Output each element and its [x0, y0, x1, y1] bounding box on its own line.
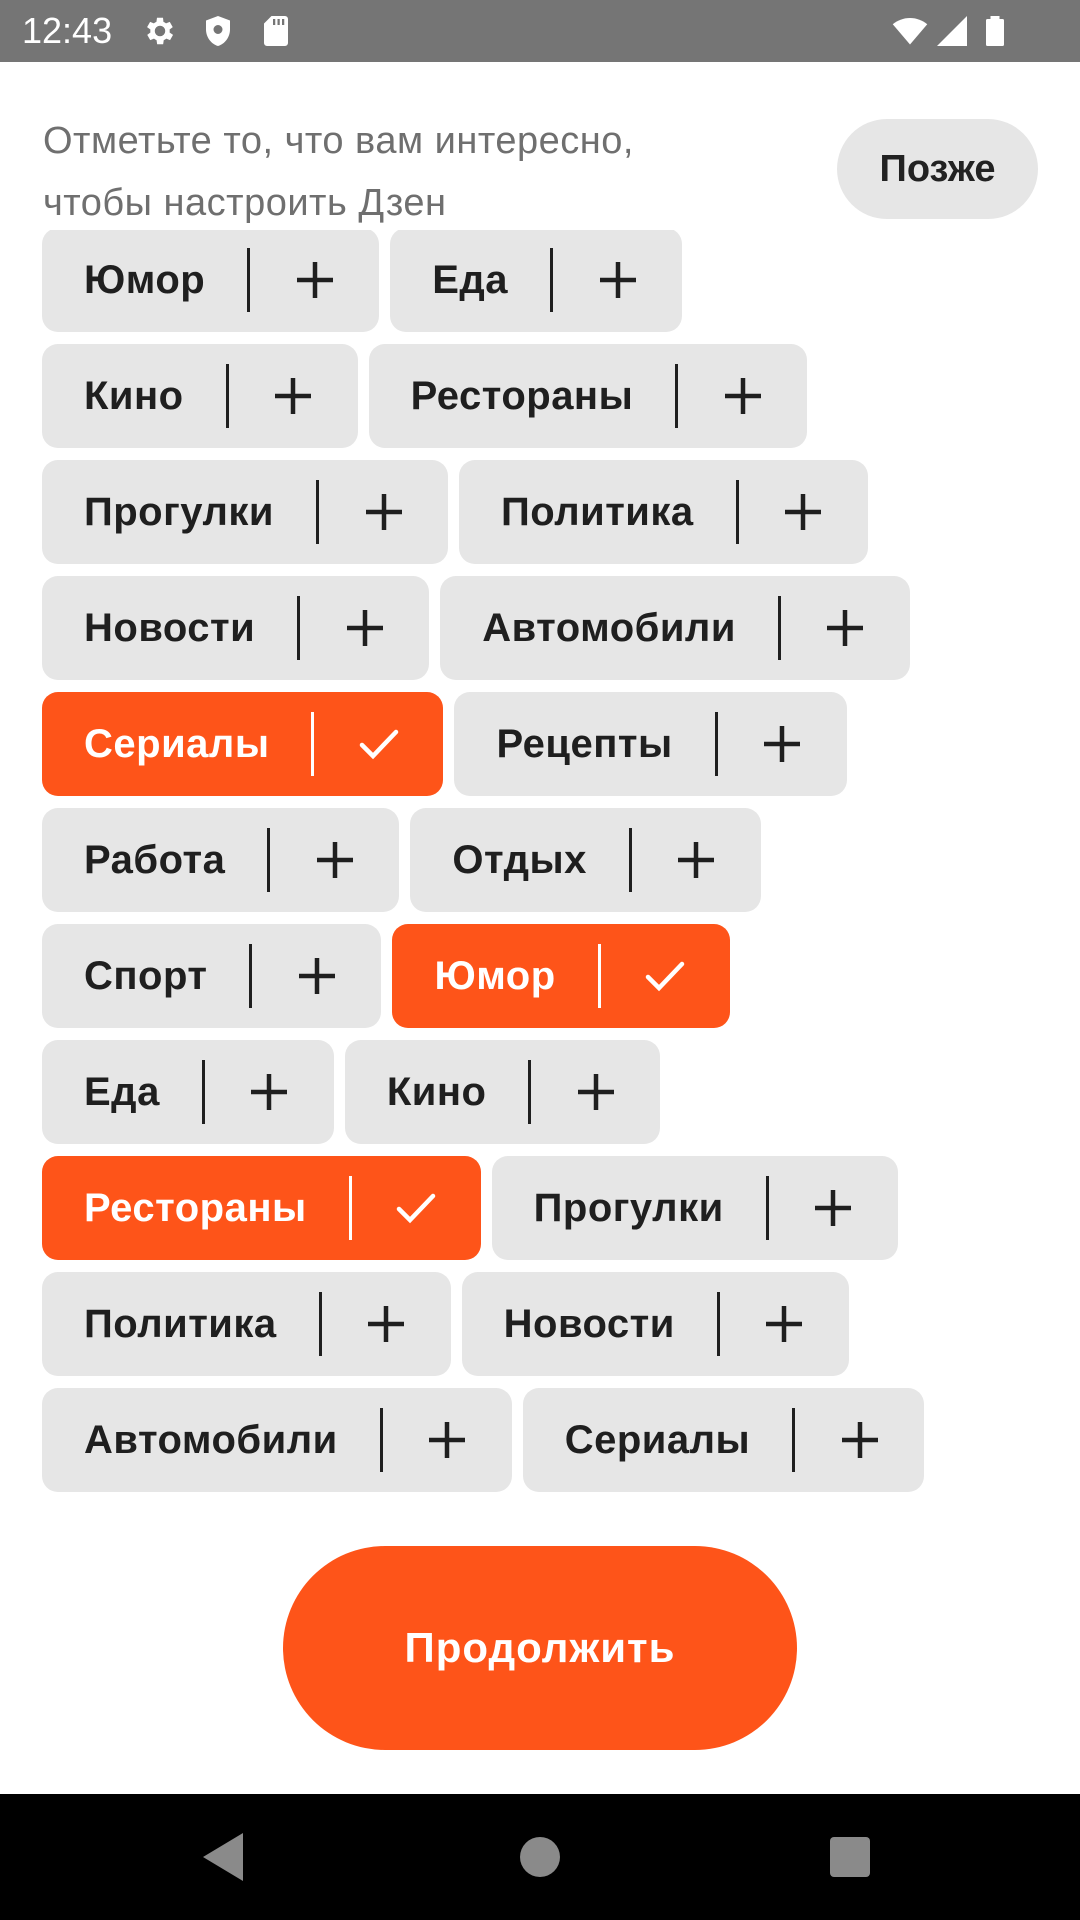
plus-icon[interactable] — [270, 808, 399, 912]
interest-tag-label: Прогулки — [84, 489, 275, 534]
interest-tag-label: Сериалы — [84, 721, 270, 766]
interest-tag[interactable]: Спорт — [42, 924, 382, 1028]
plus-icon[interactable] — [769, 1156, 898, 1260]
recents-square-icon[interactable] — [820, 1827, 880, 1887]
interest-tag[interactable]: Автомобили — [440, 576, 910, 680]
interest-tag[interactable]: Кино — [344, 1040, 661, 1144]
interest-tag[interactable]: Кино — [42, 344, 358, 448]
interest-tag[interactable]: Юмор — [42, 230, 380, 332]
interest-tag-label: Отдых — [452, 837, 587, 882]
continue-button[interactable]: Продолжить — [283, 1546, 797, 1750]
tag-row: Еда Кино — [42, 1040, 671, 1144]
interest-tag-label: Рецепты — [496, 721, 673, 766]
interest-tag[interactable]: Еда — [42, 1040, 334, 1144]
tag-row: Кино Рестораны — [42, 344, 818, 448]
interest-tag-label: Кино — [386, 1069, 487, 1114]
plus-icon[interactable] — [718, 692, 847, 796]
interest-tag-label: Автомобили — [482, 605, 736, 650]
interest-tag[interactable]: Рецепты — [454, 692, 847, 796]
interest-tag[interactable]: Новости — [461, 1272, 849, 1376]
plus-icon[interactable] — [739, 460, 868, 564]
tag-row: Автомобили Сериалы — [42, 1388, 935, 1492]
battery-icon — [977, 13, 1013, 49]
interest-tag-label: Юмор — [84, 257, 206, 302]
interest-tag-label: Политика — [501, 489, 694, 534]
interest-tags-list[interactable]: Юмор Еда Кино Рестораны Прогулки Политика Ново… — [42, 230, 1042, 1500]
tag-row: Политика Новости — [42, 1272, 860, 1376]
plus-icon[interactable] — [383, 1388, 512, 1492]
interest-tag-label: Новости — [503, 1301, 675, 1346]
status-time: 12:43 — [22, 10, 113, 51]
interest-tag-label: Рестораны — [84, 1185, 307, 1230]
interest-tag[interactable]: Юмор — [392, 924, 730, 1028]
home-circle-icon[interactable] — [510, 1827, 570, 1887]
later-button[interactable]: Позже — [837, 119, 1038, 219]
check-icon[interactable] — [314, 692, 443, 796]
plus-icon[interactable] — [300, 576, 429, 680]
interest-tag-label: Рестораны — [410, 373, 634, 418]
sd-card-icon — [258, 13, 294, 49]
plus-icon[interactable] — [250, 230, 379, 332]
check-icon[interactable] — [601, 924, 730, 1028]
onboarding-prompt: Отметьте то, что вам интересно, чтобы на… — [43, 120, 634, 224]
navigation-bar — [0, 1794, 1080, 1920]
interest-tag[interactable]: Прогулки — [42, 460, 449, 564]
wifi-icon — [892, 13, 928, 49]
tag-row: Работа Отдых — [42, 808, 772, 912]
interest-tag[interactable]: Сериалы — [522, 1388, 925, 1492]
interest-tag-label: Прогулки — [533, 1185, 724, 1230]
plus-icon[interactable] — [795, 1388, 924, 1492]
tag-row: Спорт Юмор — [42, 924, 741, 1028]
cell-signal-icon — [934, 13, 970, 49]
plus-icon[interactable] — [531, 1040, 660, 1144]
plus-icon[interactable] — [205, 1040, 334, 1144]
plus-icon[interactable] — [229, 344, 358, 448]
tag-row: Прогулки Политика — [42, 460, 879, 564]
interest-tag-label: Еда — [84, 1069, 160, 1114]
check-icon[interactable] — [352, 1156, 481, 1260]
interest-tag-label: Работа — [84, 837, 226, 882]
plus-icon[interactable] — [720, 1272, 849, 1376]
interest-tag[interactable]: Прогулки — [491, 1156, 898, 1260]
interest-tag-label: Политика — [84, 1301, 277, 1346]
interest-tag-label: Сериалы — [564, 1417, 751, 1462]
interest-tag[interactable]: Сериалы — [42, 692, 444, 796]
interest-tag[interactable]: Работа — [42, 808, 400, 912]
plus-icon[interactable] — [781, 576, 910, 680]
interest-tag[interactable]: Новости — [42, 576, 430, 680]
tag-row: Рестораны Прогулки — [42, 1156, 909, 1260]
shield-icon — [200, 13, 236, 49]
interest-tag-label: Еда — [432, 257, 509, 302]
status-bar: 12:43 — [0, 0, 1080, 62]
interest-tag[interactable]: Рестораны — [42, 1156, 481, 1260]
interest-tag[interactable]: Политика — [42, 1272, 451, 1376]
plus-icon[interactable] — [553, 230, 682, 332]
plus-icon[interactable] — [252, 924, 381, 1028]
interest-tag-label: Юмор — [434, 953, 556, 998]
plus-icon[interactable] — [322, 1272, 451, 1376]
interest-tag[interactable]: Еда — [390, 230, 683, 332]
interest-tag[interactable]: Рестораны — [368, 344, 808, 448]
tag-row: Новости Автомобили — [42, 576, 921, 680]
interest-tag[interactable]: Автомобили — [42, 1388, 512, 1492]
plus-icon[interactable] — [632, 808, 761, 912]
back-triangle-icon[interactable] — [195, 1827, 255, 1887]
tag-row: Сериалы Рецепты — [42, 692, 858, 796]
interest-tag-label: Спорт — [84, 953, 208, 998]
interest-tag[interactable]: Политика — [459, 460, 868, 564]
interest-tag-label: Автомобили — [84, 1417, 338, 1462]
header: Отметьте то, что вам интересно, чтобы на… — [0, 62, 1080, 230]
plus-icon[interactable] — [319, 460, 448, 564]
interest-tag-label: Новости — [84, 605, 256, 650]
interest-tag[interactable]: Отдых — [410, 808, 761, 912]
tag-row: Юмор Еда — [42, 230, 693, 332]
gear-icon — [142, 13, 178, 49]
interest-tag-label: Кино — [84, 373, 184, 418]
plus-icon[interactable] — [678, 344, 807, 448]
